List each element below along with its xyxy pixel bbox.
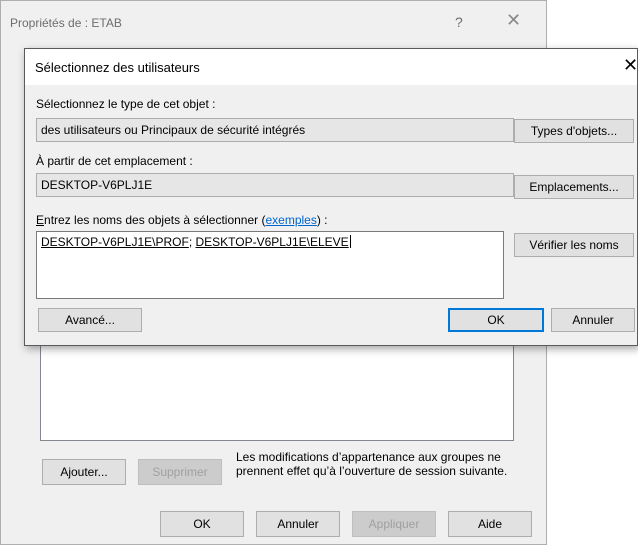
- names-label-mnemonic: E: [36, 213, 45, 227]
- location-label: À partir de cet emplacement :: [36, 154, 193, 168]
- object-type-label: Sélectionnez le type de cet objet :: [36, 97, 216, 111]
- text-cursor: [349, 235, 351, 248]
- object-names-value: DESKTOP-V6PLJ1E\PROF; DESKTOP-V6PLJ1E\EL…: [41, 235, 351, 249]
- locations-button[interactable]: Emplacements...: [514, 175, 634, 199]
- resolved-name-eleve: DESKTOP-V6PLJ1E\ELEVE: [195, 235, 349, 249]
- object-types-button[interactable]: Types d'objets...: [514, 119, 634, 143]
- names-separator: ;: [188, 235, 196, 249]
- help-button[interactable]: Aide: [448, 511, 532, 537]
- ok-button[interactable]: OK: [448, 308, 544, 332]
- dialog-close-icon[interactable]: ✕: [623, 55, 638, 76]
- ok-button-properties[interactable]: OK: [160, 511, 244, 537]
- membership-note: Les modifications d’appartenance aux gro…: [236, 450, 508, 478]
- object-names-input[interactable]: DESKTOP-V6PLJ1E\PROF; DESKTOP-V6PLJ1E\EL…: [36, 231, 504, 299]
- check-names-button[interactable]: Vérifier les noms: [514, 233, 634, 257]
- members-list[interactable]: [40, 335, 514, 441]
- properties-close-icon[interactable]: ✕: [506, 10, 521, 31]
- remove-button[interactable]: Supprimer: [138, 459, 222, 485]
- examples-link[interactable]: exemples: [265, 213, 316, 227]
- add-button[interactable]: Ajouter...: [42, 459, 126, 485]
- advanced-button[interactable]: Avancé...: [38, 308, 142, 332]
- select-users-dialog: Sélectionnez des utilisateurs ✕ Sélectio…: [24, 48, 638, 346]
- help-icon[interactable]: ?: [455, 14, 463, 30]
- properties-window-title: Propriétés de : ETAB: [10, 16, 122, 30]
- names-label-text: ntrez les noms des objets à sélectionner…: [44, 213, 266, 227]
- names-label-suffix: ) :: [316, 213, 328, 227]
- apply-button[interactable]: Appliquer: [352, 511, 436, 537]
- resolved-name-prof: DESKTOP-V6PLJ1E\PROF: [41, 235, 189, 249]
- names-label: Entrez les noms des objets à sélectionne…: [36, 213, 328, 227]
- cancel-button-properties[interactable]: Annuler: [256, 511, 340, 537]
- dialog-title: Sélectionnez des utilisateurs: [35, 60, 200, 75]
- cancel-button[interactable]: Annuler: [551, 308, 635, 332]
- object-type-field: des utilisateurs ou Principaux de sécuri…: [36, 118, 514, 142]
- location-field: DESKTOP-V6PLJ1E: [36, 173, 514, 197]
